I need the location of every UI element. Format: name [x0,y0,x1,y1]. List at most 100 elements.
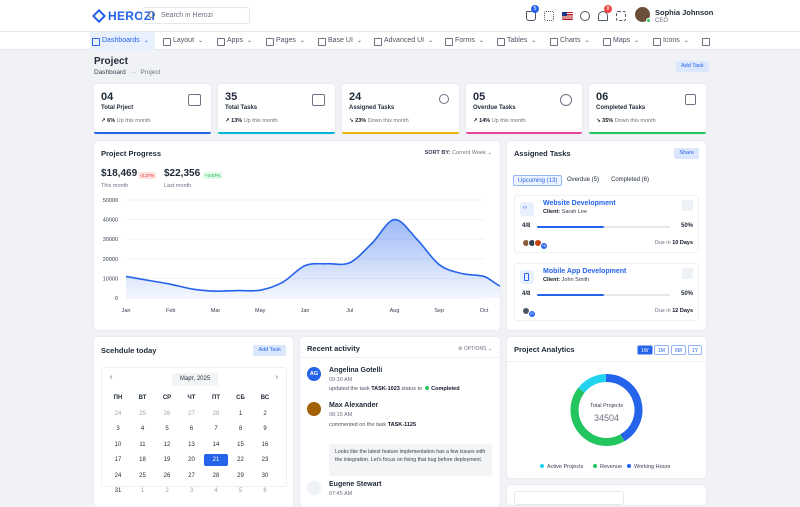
calendar-day[interactable]: 16 [255,439,275,451]
calendar-day[interactable]: 7 [206,423,226,435]
calendar-day[interactable]: 2 [157,485,177,497]
tab-overdue[interactable]: Overdue (5) [563,175,603,186]
user-name[interactable]: Sophia Johnson [655,8,713,17]
calendar-day[interactable]: 13 [182,439,202,451]
chevron-down-icon: ⌄ [634,38,639,44]
avatar[interactable] [635,7,650,22]
calendar-day[interactable]: 31 [108,485,128,497]
calendar-day[interactable]: 26 [157,470,177,482]
nav-tables[interactable]: Tables⌄ [495,32,536,50]
nav-layout[interactable]: Layout⌄ [161,32,203,50]
calendar-day[interactable]: 14 [206,439,226,451]
task-card[interactable]: Mobile App Development Client: John Smit… [514,263,699,321]
calendar-day[interactable]: 6 [255,485,275,497]
y-tick-label: 20000 [103,257,118,263]
nav-apps[interactable]: Apps⌄ [215,32,252,50]
task-progress-fill [537,226,604,228]
progress-area-chart: 01000020000300004000050000JanFebMarMayJa… [94,141,500,330]
calendar-month[interactable]: Март, 2025 [172,373,218,386]
x-tick-label: Oct [480,308,489,314]
page-title: Project [94,56,128,67]
calendar-day[interactable]: 5 [157,423,177,435]
folder-icon [188,94,201,106]
legend-working-hours: Working Hours [627,464,670,470]
nav-charts[interactable]: Charts⌄ [548,32,590,50]
tab-completed[interactable]: Completed (6) [607,175,653,186]
calendar-day[interactable]: 19 [157,454,177,466]
activity-time: 08:15 AM [329,412,352,418]
search-input[interactable]: Search in Herozi [142,7,250,24]
y-tick-label: 30000 [103,237,118,243]
calendar-day[interactable]: 4 [206,485,226,497]
more-options-icon[interactable] [682,268,693,279]
calendar-day[interactable]: 25 [133,408,153,420]
calendar-day[interactable]: 12 [157,439,177,451]
task-title[interactable]: Mobile App Development [543,268,626,275]
calendar-day[interactable]: 6 [182,423,202,435]
search-input[interactable] [514,491,624,505]
stat-card-assigned-tasks: 24 Assigned Tasks ↘ 23% Down this month [342,84,459,134]
share-button[interactable]: Share [674,148,699,159]
nav-maps[interactable]: Maps⌄ [601,32,639,50]
calendar-day[interactable]: 30 [255,470,275,482]
calendar-day[interactable]: 18 [133,454,153,466]
calendar-day[interactable]: 3 [108,423,128,435]
calendar-day[interactable]: 9 [255,423,275,435]
activity-name: Angelina Gotelli [329,367,382,374]
calendar-day[interactable]: 22 [231,454,251,466]
nav-icons[interactable]: Icons⌄ [651,32,689,50]
breadcrumb-root[interactable]: Dashboard [94,69,126,76]
calendar-day[interactable]: 11 [133,439,153,451]
calendar-day[interactable]: 23 [255,454,275,466]
nav-dashboards[interactable]: Dashboards⌄ [90,32,155,50]
avatar [307,402,321,416]
calendar-day[interactable]: 1 [133,485,153,497]
divider [300,357,500,358]
calendar-day[interactable]: 24 [108,408,128,420]
calendar-day[interactable]: 20 [182,454,202,466]
more-options-icon[interactable] [682,200,693,211]
apps-grid-icon[interactable] [544,11,554,21]
calendar-day[interactable]: 29 [231,470,251,482]
calendar-day[interactable]: 8 [231,423,251,435]
fullscreen-icon[interactable] [616,11,626,21]
calendar-day[interactable]: 27 [182,408,202,420]
calendar-day[interactable]: 3 [182,485,202,497]
calendar-day[interactable]: 15 [231,439,251,451]
task-percent: 50% [681,291,693,297]
calendar-day[interactable]: 24 [108,470,128,482]
nav-more[interactable] [700,32,708,50]
calendar-day[interactable]: 27 [182,470,202,482]
flag-icon[interactable] [562,12,573,20]
stat-accent-bar [218,132,335,134]
sun-icon[interactable] [580,11,590,21]
trend-arrow-icon: ↗ [473,118,478,124]
add-task-button[interactable]: Add Task [253,345,286,356]
add-task-button[interactable]: Add Task [676,61,709,72]
nav-advanced-ui[interactable]: Advanced UI⌄ [372,32,433,50]
nav-forms[interactable]: Forms⌄ [443,32,484,50]
task-title[interactable]: Website Development [543,200,616,207]
calendar-day[interactable]: 2 [255,408,275,420]
calendar-day[interactable]: 17 [108,454,128,466]
user-role: CEO [655,18,668,24]
nav-base-ui[interactable]: Base UI⌄ [316,32,362,50]
calendar-day[interactable]: 21 [204,454,228,466]
x-tick-label: Mar [211,308,221,314]
calendar-day[interactable]: 26 [157,408,177,420]
calendar-day[interactable]: 10 [108,439,128,451]
calendar-day[interactable]: 28 [206,408,226,420]
activity-description: updated the task TASK-1023 status toComp… [329,386,460,392]
task-card[interactable]: ‹› Website Development Client: Sarah Lee… [514,195,699,253]
prev-month-icon[interactable]: ‹ [110,374,112,381]
options-dropdown[interactable]: ⚙ OPTIONS ⌄ [458,346,492,352]
calendar-day[interactable]: 5 [231,485,251,497]
calendar-day[interactable]: 25 [133,470,153,482]
tab-upcoming[interactable]: Upcoming (13) [513,175,562,186]
calendar-day[interactable]: 1 [231,408,251,420]
next-month-icon[interactable]: › [276,374,278,381]
nav-pages[interactable]: Pages⌄ [264,32,305,50]
task-due: Due in 12 Days [655,308,693,314]
calendar-day[interactable]: 4 [133,423,153,435]
calendar-day[interactable]: 28 [206,470,226,482]
